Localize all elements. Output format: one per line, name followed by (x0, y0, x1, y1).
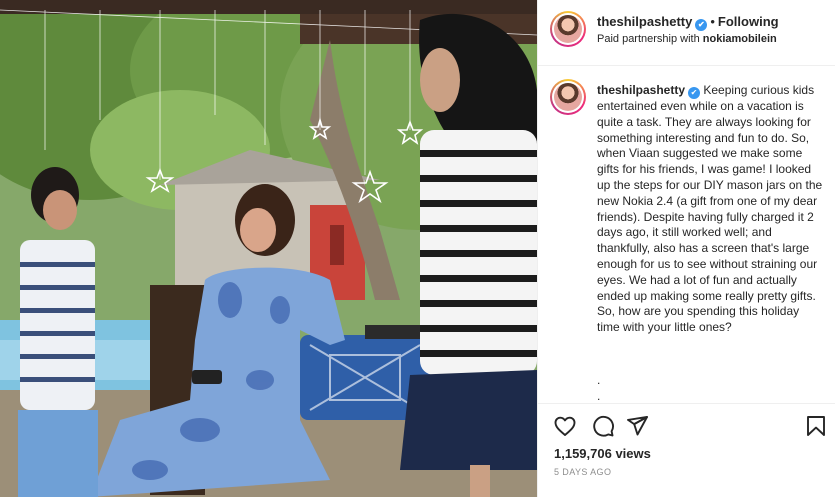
comments-section[interactable]: theshilpashetty ✔ Keeping curious kids en… (538, 67, 835, 402)
separator-dot: • (710, 14, 715, 29)
header-user-row: theshilpashetty ✔ • Following (597, 14, 779, 31)
caption-dot-line-1: . (597, 373, 601, 387)
heart-icon[interactable] (553, 414, 577, 438)
post-caption: theshilpashetty ✔ Keeping curious kids en… (597, 83, 825, 336)
video-frame (0, 0, 537, 497)
avatar[interactable] (550, 11, 586, 47)
caption-avatar-image (554, 83, 582, 111)
caption-verified-badge-icon: ✔ (688, 87, 701, 99)
username-link[interactable]: theshilpashetty (597, 14, 692, 29)
avatar-image (554, 15, 582, 43)
caption-username-link[interactable]: theshilpashetty (597, 83, 685, 97)
caption-avatar[interactable] (550, 79, 586, 115)
caption-text: Keeping curious kids entertained even wh… (597, 83, 823, 335)
post-timestamp[interactable]: 5 DAYS AGO (554, 467, 611, 477)
send-icon[interactable] (625, 414, 649, 438)
caption-dot-line-2: . (597, 389, 601, 402)
partnership-prefix: Paid partnership with (597, 33, 703, 45)
bookmark-icon[interactable] (804, 414, 828, 438)
verified-badge-icon: ✔ (695, 19, 708, 31)
partner-link[interactable]: nokiamobilein (703, 33, 777, 45)
view-count[interactable]: 1,159,706 views (554, 446, 651, 461)
comment-icon[interactable] (591, 414, 615, 438)
post-video[interactable] (0, 0, 537, 497)
post-details-panel: theshilpashetty ✔ • Following Paid partners… (537, 0, 835, 497)
following-button[interactable]: Following (718, 14, 779, 29)
post-header: theshilpashetty ✔ • Following Paid partners… (538, 0, 835, 66)
post-actions: 1,159,706 views 5 DAYS AGO (538, 403, 835, 497)
paid-partnership-label: Paid partnership with nokiamobilein (597, 33, 777, 45)
